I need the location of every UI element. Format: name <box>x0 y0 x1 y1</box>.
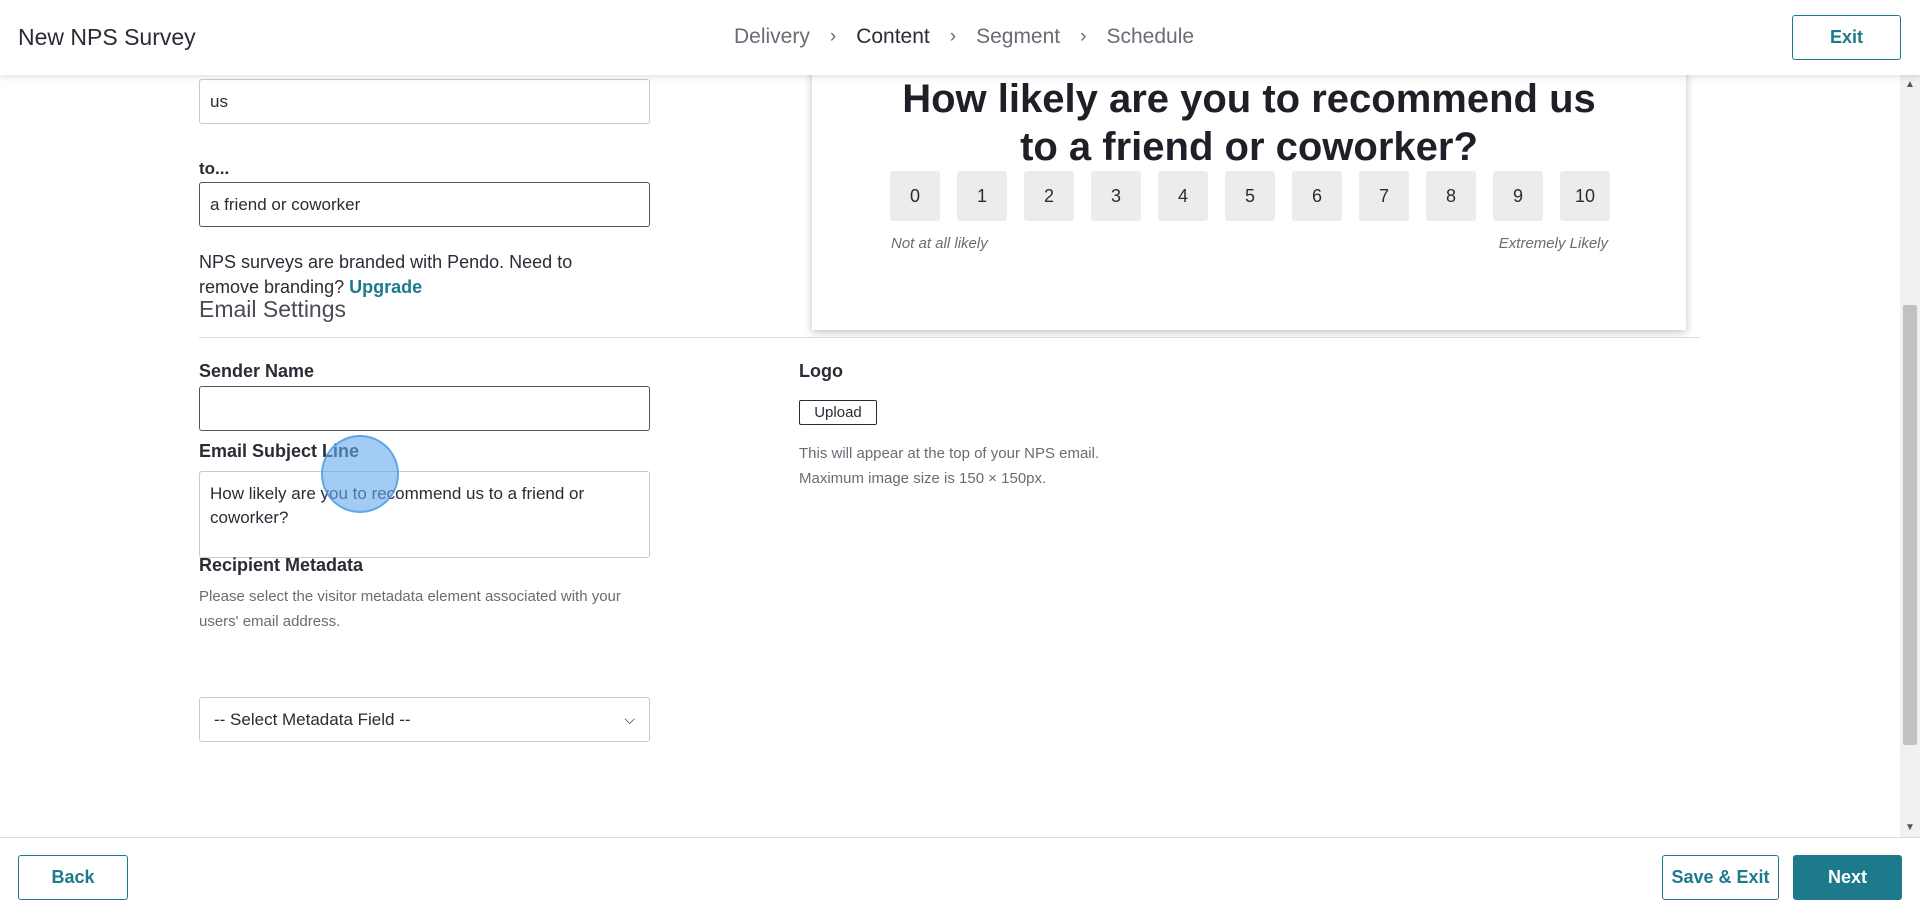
section-title-email-settings: Email Settings <box>199 296 347 322</box>
logo-help-line2: Maximum image size is 150 × 150px. <box>799 470 1047 487</box>
score-9[interactable]: 9 <box>1493 171 1543 221</box>
chevron-right-icon: › <box>1080 26 1087 47</box>
app-title: New NPS Survey <box>18 24 196 50</box>
chevron-right-icon: › <box>829 26 837 47</box>
step-delivery[interactable]: Delivery <box>734 25 810 49</box>
about-input[interactable]: us <box>199 79 650 124</box>
preview-question: How likely are you to recommend us to a … <box>812 75 1686 171</box>
back-button[interactable]: Back <box>18 855 128 900</box>
scale-high-label: Extremely Likely <box>1498 235 1608 252</box>
survey-preview-card: How likely are you to recommend us to a … <box>812 75 1686 330</box>
metadata-field-select-value: -- Select Metadata Field -- <box>214 709 411 729</box>
scale-low-label: Not at all likely <box>891 235 988 252</box>
exit-button[interactable]: Exit <box>1792 15 1901 60</box>
score-5[interactable]: 5 <box>1225 171 1275 221</box>
recipient-metadata-label: Recipient Metadata <box>199 555 364 575</box>
score-2[interactable]: 2 <box>1024 171 1074 221</box>
subject-textarea[interactable]: How likely are you to recommend us to a … <box>199 471 650 558</box>
upload-button[interactable]: Upload <box>799 400 877 425</box>
score-3[interactable]: 3 <box>1091 171 1141 221</box>
nps-scale: 0 1 2 3 4 5 6 7 8 9 10 <box>890 171 1610 221</box>
logo-help: This will appear at the top of your NPS … <box>799 441 1099 491</box>
preview-question-line2: to a friend or coworker? <box>1020 125 1478 169</box>
section-divider <box>199 337 1700 338</box>
score-8[interactable]: 8 <box>1426 171 1476 221</box>
metadata-field-select[interactable]: -- Select Metadata Field -- ⌵ <box>199 697 650 742</box>
branding-note: NPS surveys are branded with Pendo. Need… <box>199 250 619 300</box>
step-segment[interactable]: Segment <box>976 25 1060 49</box>
logo-help-line1: This will appear at the top of your NPS … <box>799 445 1100 462</box>
chevron-down-icon: ⌵ <box>624 711 635 727</box>
chevron-right-icon: › <box>949 26 957 47</box>
scroll-up-arrow-icon[interactable]: ▲ <box>1905 79 1915 90</box>
to-label: to... <box>199 159 230 178</box>
sender-name-label: Sender Name <box>199 361 315 381</box>
to-input[interactable]: a friend or coworker <box>199 182 650 227</box>
logo-label: Logo <box>799 361 843 381</box>
score-7[interactable]: 7 <box>1359 171 1409 221</box>
step-schedule[interactable]: Schedule <box>1106 25 1194 49</box>
score-10[interactable]: 10 <box>1560 171 1610 221</box>
score-0[interactable]: 0 <box>890 171 940 221</box>
next-button[interactable]: Next <box>1793 855 1902 900</box>
recipient-help: Please select the visitor metadata eleme… <box>199 588 621 630</box>
footer: Back Save & Exit Next <box>0 837 1920 912</box>
vertical-scrollbar[interactable]: ▲ ▼ <box>1900 75 1920 837</box>
main-content[interactable]: us to... a friend or coworker NPS survey… <box>0 75 1900 837</box>
sender-name-input[interactable] <box>199 386 650 431</box>
upgrade-link[interactable]: Upgrade <box>349 277 422 297</box>
header: New NPS Survey Delivery › Content › Segm… <box>0 0 1920 75</box>
scroll-down-arrow-icon[interactable]: ▼ <box>1905 822 1915 833</box>
click-indicator <box>321 435 399 513</box>
score-4[interactable]: 4 <box>1158 171 1208 221</box>
step-content[interactable]: Content <box>856 25 930 49</box>
scrollbar-thumb[interactable] <box>1903 305 1917 745</box>
wizard-steps: Delivery › Content › Segment › Schedule <box>734 25 1194 49</box>
score-1[interactable]: 1 <box>957 171 1007 221</box>
preview-question-line1: How likely are you to recommend us <box>902 77 1596 121</box>
score-6[interactable]: 6 <box>1292 171 1342 221</box>
save-and-exit-button[interactable]: Save & Exit <box>1662 855 1779 900</box>
